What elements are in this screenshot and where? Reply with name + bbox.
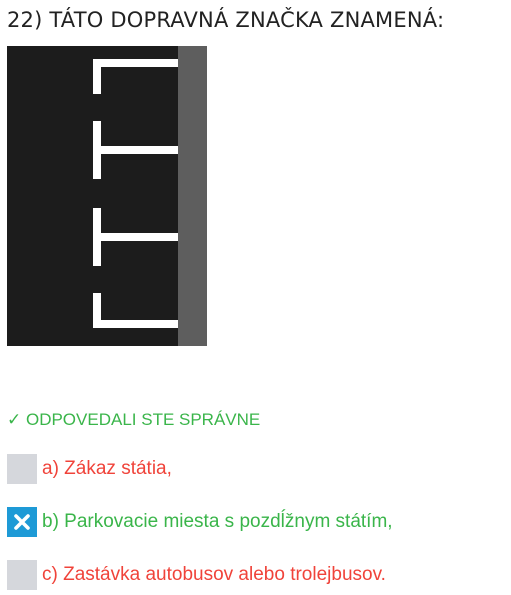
answer-a-label: a) Zákaz státia, — [42, 458, 172, 479]
close-x-icon — [14, 514, 30, 530]
answer-c-label: c) Zastávka autobusov alebo trolejbusov. — [42, 564, 386, 585]
answer-option-c[interactable]: c) Zastávka autobusov alebo trolejbusov. — [7, 560, 386, 590]
answer-b-checkbox[interactable] — [7, 507, 37, 537]
road-surface — [7, 46, 207, 346]
answer-c-checkbox[interactable] — [7, 560, 37, 590]
question-title: 22) TÁTO DOPRAVNÁ ZNAČKA ZNAMENÁ: — [7, 8, 445, 32]
curb — [178, 46, 207, 346]
answer-a-checkbox[interactable] — [7, 454, 37, 484]
answer-b-label: b) Parkovacie miesta s pozdĺžnym státím, — [42, 511, 393, 532]
answer-option-a[interactable]: a) Zákaz státia, — [7, 454, 172, 484]
answer-option-b[interactable]: b) Parkovacie miesta s pozdĺžnym státím, — [7, 507, 393, 537]
result-status: ✓ ODPOVEDALI STE SPRÁVNE — [7, 410, 261, 429]
road-marking-image — [7, 46, 207, 346]
